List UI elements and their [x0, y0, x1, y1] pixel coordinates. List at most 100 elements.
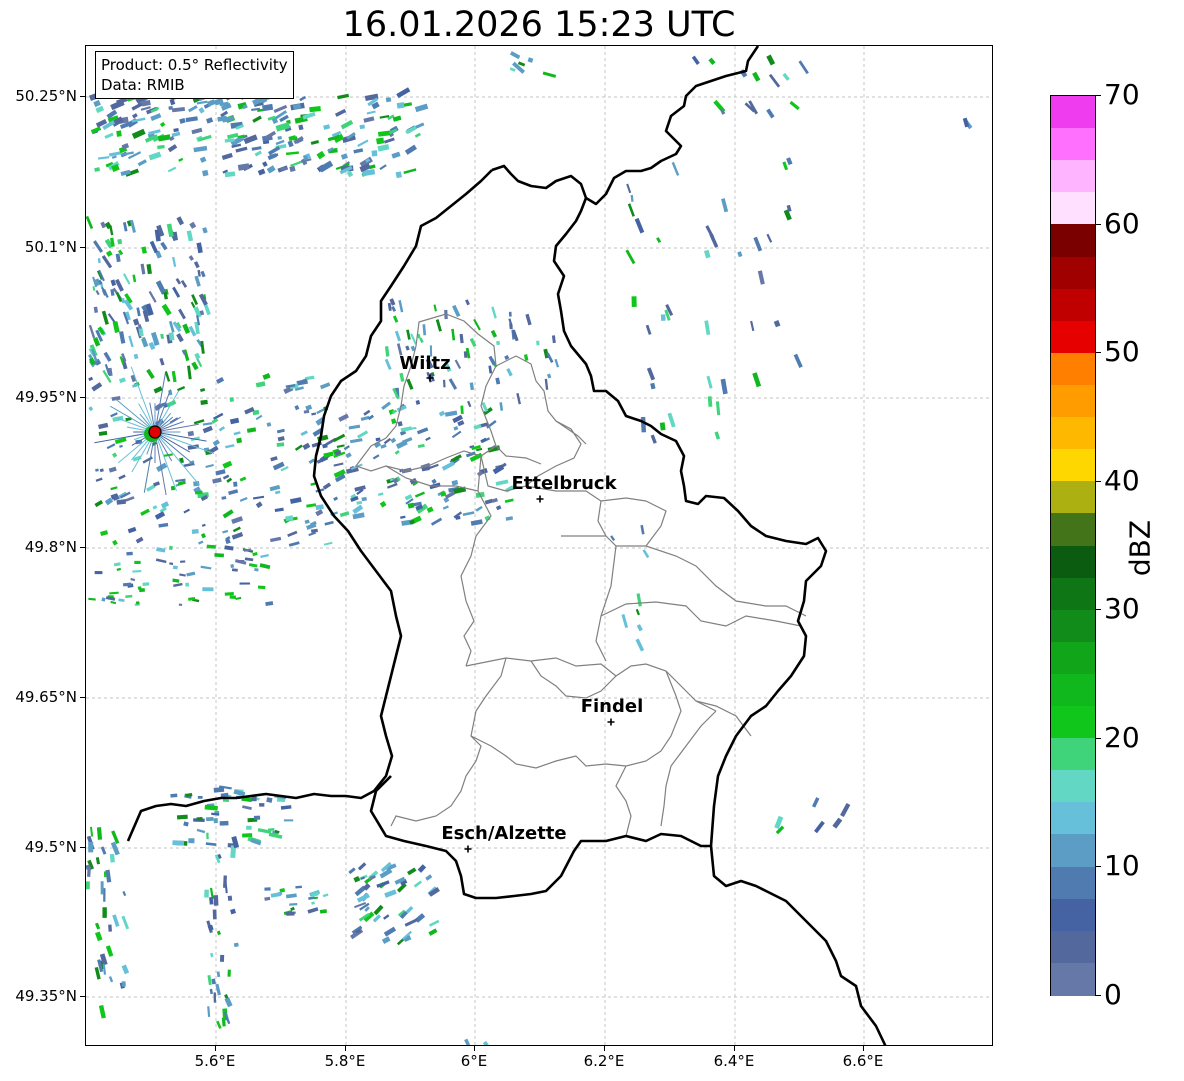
- colorbar-tick-label: 70: [1104, 78, 1140, 111]
- echo-cell: [266, 422, 272, 427]
- echo-cell: [233, 431, 241, 436]
- echo-cell: [160, 241, 168, 251]
- city-markers: Wiltz Ettelbruck Findel Esch/Alzette: [399, 353, 643, 853]
- echo-cell: [509, 67, 516, 72]
- echo-cell: [259, 563, 271, 570]
- colorbar-segment: [1051, 962, 1095, 996]
- echo-cell: [112, 452, 118, 458]
- echo-cell: [542, 71, 557, 78]
- echo-cell: [361, 496, 367, 502]
- echo-cell: [516, 392, 521, 405]
- echo-cell: [105, 250, 113, 257]
- echo-cell: [523, 354, 529, 362]
- colorbar-tick-label: 50: [1104, 335, 1140, 369]
- radar-map[interactable]: Wiltz Ettelbruck Findel Esch/Alzette Produc…: [85, 45, 993, 1046]
- echo-cell: [155, 558, 167, 564]
- echo-cell: [444, 410, 458, 417]
- echo-cell: [142, 456, 153, 464]
- echo-cell: [95, 289, 100, 296]
- echo-cell: [155, 280, 167, 295]
- echo-cell: [230, 563, 235, 569]
- echo-cell: [274, 490, 281, 495]
- echo-cell: [228, 489, 239, 495]
- echo-cell: [140, 508, 150, 516]
- echo-cell: [94, 167, 100, 172]
- colorbar-segment: [1051, 609, 1095, 643]
- echo-cell: [402, 437, 413, 444]
- echo-cell: [383, 137, 395, 144]
- echo-cell: [222, 474, 230, 480]
- echo-cell: [177, 480, 186, 486]
- echo-cell: [277, 136, 282, 140]
- echo-cell: [95, 468, 99, 472]
- echo-cell: [774, 815, 784, 830]
- echo-cell: [241, 796, 253, 803]
- echo-cell: [361, 168, 376, 177]
- echo-cell: [546, 373, 552, 379]
- echo-cell: [405, 125, 417, 135]
- echo-cell: [180, 279, 188, 288]
- echo-cell: [353, 148, 364, 154]
- echo-cell: [224, 997, 233, 1008]
- echo-cell: [492, 464, 505, 475]
- echo-cell: [172, 256, 177, 267]
- echo-cell: [207, 924, 214, 931]
- echo-cell: [98, 1004, 106, 1019]
- echo-cell: [392, 115, 402, 122]
- echo-cell: [752, 71, 761, 82]
- echo-cell: [405, 905, 414, 915]
- echo-cell: [634, 217, 645, 234]
- echo-cell: [176, 333, 184, 343]
- echo-cell: [110, 412, 118, 418]
- echo-cell: [191, 528, 199, 535]
- echo-cell: [750, 320, 755, 332]
- echo-cell: [252, 115, 262, 123]
- echo-cell: [279, 887, 286, 893]
- echo-cell: [154, 403, 163, 411]
- echo-cell: [626, 183, 632, 194]
- echo-cell: [482, 1040, 489, 1045]
- echo-cell: [379, 115, 390, 119]
- echo-cell: [490, 329, 498, 338]
- echo-cell: [714, 431, 721, 440]
- echo-cell: [137, 159, 147, 167]
- echo-cell: [294, 444, 303, 451]
- echo-cell: [296, 379, 308, 386]
- echo-cell: [311, 891, 319, 898]
- echo-cell: [157, 144, 165, 150]
- echo-cell: [247, 817, 258, 823]
- echo-cell: [442, 505, 449, 510]
- echo-cell: [135, 536, 144, 544]
- lat-tick-mark: [80, 397, 85, 398]
- echo-cell: [131, 128, 146, 139]
- echo-cell: [414, 491, 425, 498]
- echo-cell: [267, 146, 281, 156]
- echo-cell: [201, 523, 206, 527]
- echo-cell: [372, 454, 380, 460]
- echo-cell: [111, 396, 121, 401]
- echo-cell: [202, 169, 209, 177]
- echo-cell: [88, 597, 96, 601]
- echo-cell: [173, 582, 183, 588]
- echo-cell: [193, 419, 205, 425]
- echo-cell: [200, 270, 206, 278]
- echo-cell: [244, 406, 255, 415]
- echo-cell: [130, 374, 137, 383]
- echo-cell: [166, 223, 174, 238]
- echo-cell: [225, 538, 231, 545]
- echo-cell: [190, 301, 196, 308]
- echo-cell: [277, 436, 285, 442]
- echo-cell: [414, 913, 426, 923]
- echo-cell: [383, 437, 392, 445]
- echo-cell: [786, 157, 793, 166]
- echo-cell: [167, 166, 177, 173]
- echo-cell: [122, 891, 127, 897]
- echo-cell: [276, 428, 285, 434]
- echo-cell: [111, 163, 120, 172]
- colorbar-label: dBZ: [1123, 519, 1157, 577]
- echo-cell: [414, 103, 429, 113]
- colorbar-segment: [1051, 577, 1095, 611]
- echo-cell: [840, 803, 851, 817]
- city-label: Ettelbruck: [511, 473, 617, 494]
- echo-cell: [356, 500, 363, 505]
